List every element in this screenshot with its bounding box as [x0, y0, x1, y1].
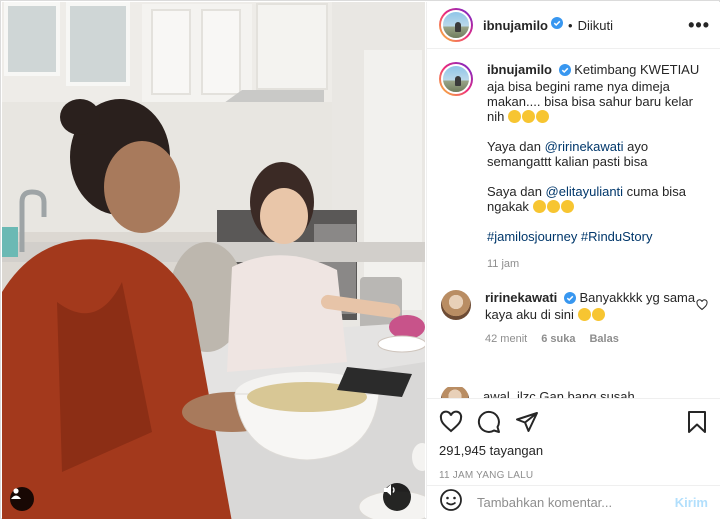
view-count-number: 291,945 — [439, 443, 486, 458]
laughing-emoji-icon — [535, 110, 549, 123]
view-count-label: tayangan — [489, 443, 544, 458]
reply-button[interactable]: Balas — [589, 332, 618, 347]
post-details-panel: ibnujamilo • Diikuti ••• ibnujamilo Keti — [426, 2, 720, 519]
cry-emoji-icon — [577, 308, 591, 321]
comment-like-heart-icon[interactable] — [696, 298, 708, 316]
post-video[interactable] — [2, 2, 425, 519]
author-avatar[interactable] — [439, 8, 473, 42]
post-header: ibnujamilo • Diikuti ••• — [427, 2, 720, 49]
author-username[interactable]: ibnujamilo — [483, 18, 548, 33]
caption: ibnujamilo Ketimbang KWETIAU aja bisa be… — [439, 62, 708, 272]
clap-emoji-icon — [521, 110, 535, 123]
post-comment-button[interactable]: Kirim — [675, 495, 708, 510]
video-frame-illustration — [2, 2, 425, 519]
caption-text: Yaya dan — [487, 139, 545, 154]
speaker-icon[interactable] — [383, 483, 411, 511]
commenter-avatar[interactable] — [441, 290, 471, 320]
laughing-emoji-icon — [507, 110, 521, 123]
smiley-icon[interactable] — [439, 488, 463, 517]
laughing-emoji-icon — [532, 200, 546, 213]
post-timestamp[interactable]: 11 JAM YANG LALU — [439, 470, 708, 481]
comment-timestamp[interactable]: 42 menit — [485, 332, 527, 347]
caption-timestamp[interactable]: 11 jam — [487, 257, 708, 272]
post-actions: 291,945 tayangan 11 JAM YANG LALU — [427, 398, 720, 481]
caption-username[interactable]: ibnujamilo — [487, 62, 552, 77]
add-comment-bar: Kirim — [427, 485, 720, 519]
verified-badge-icon — [558, 64, 571, 79]
speech-bubble-icon[interactable] — [477, 410, 501, 434]
mention-link[interactable]: @ririnekawati — [545, 139, 624, 154]
paper-plane-icon[interactable] — [515, 410, 539, 434]
view-count[interactable]: 291,945 tayangan — [439, 443, 708, 458]
caption-text: Saya dan — [487, 184, 546, 199]
comment-input[interactable] — [477, 495, 675, 510]
more-options-icon[interactable]: ••• — [688, 16, 710, 34]
comment-item: ririnekawati Banyakkkk yg sama kaya aku … — [439, 290, 708, 347]
laughing-emoji-icon — [546, 200, 560, 213]
comments-list[interactable]: ibnujamilo Ketimbang KWETIAU aja bisa be… — [427, 62, 720, 394]
mention-link[interactable]: @elitayulianti — [546, 184, 624, 199]
heart-icon[interactable] — [439, 410, 463, 434]
user-tag-icon[interactable] — [10, 487, 34, 511]
separator-dot: • — [568, 17, 573, 33]
cry-emoji-icon — [591, 308, 605, 321]
caption-avatar[interactable] — [439, 62, 473, 96]
comment-likes[interactable]: 6 suka — [541, 332, 575, 347]
hashtags-link[interactable]: #jamilosjourney #RinduStory — [487, 229, 708, 244]
verified-badge-icon — [563, 292, 576, 307]
verified-badge-icon — [551, 16, 563, 34]
instagram-post-frame: ibnujamilo • Diikuti ••• ibnujamilo Keti — [0, 0, 720, 519]
bookmark-icon[interactable] — [686, 410, 708, 434]
laughing-emoji-icon — [560, 200, 574, 213]
commenter-username[interactable]: ririnekawati — [485, 290, 557, 305]
following-button[interactable]: Diikuti — [578, 18, 613, 33]
